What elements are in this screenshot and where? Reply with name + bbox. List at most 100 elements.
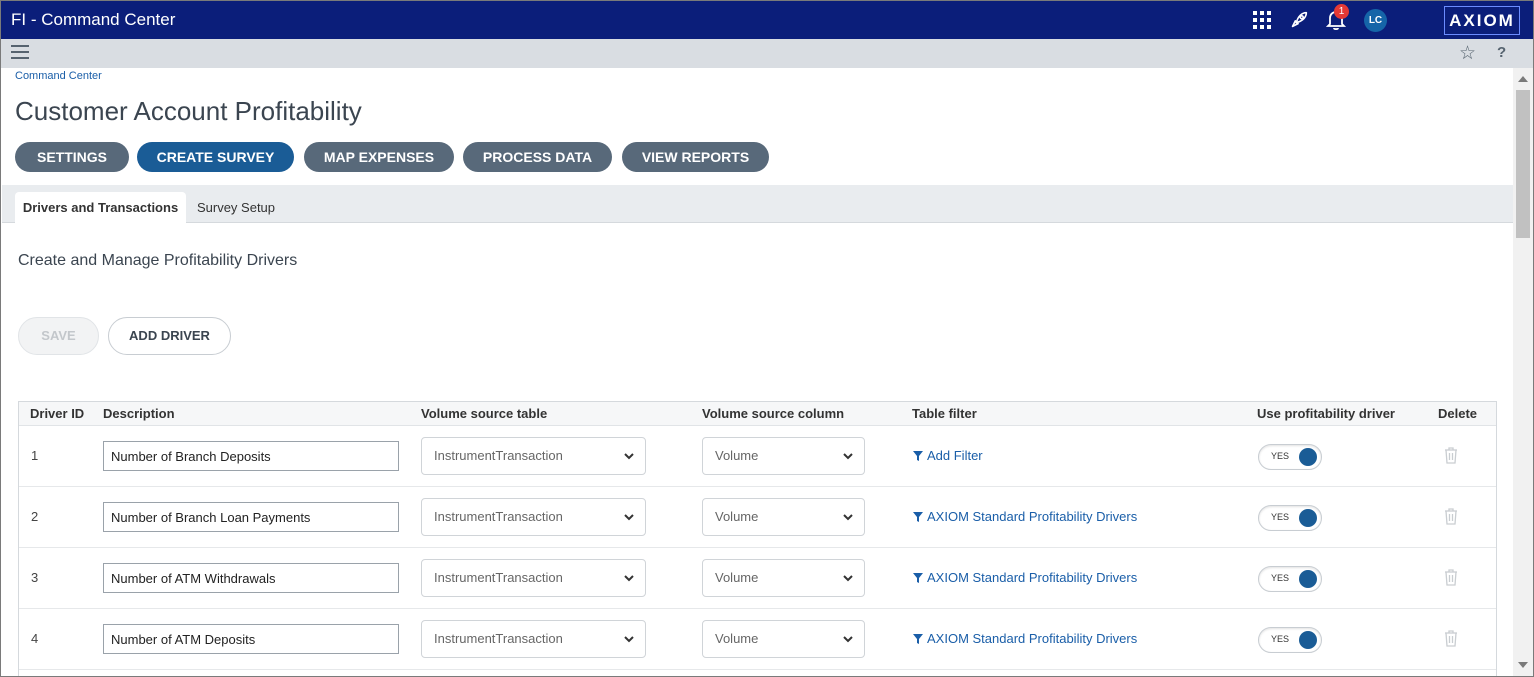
scroll-up-arrow-icon[interactable]	[1518, 76, 1528, 82]
driver-id: 4	[31, 631, 39, 646]
star-icon[interactable]: ☆	[1459, 42, 1476, 65]
tab-survey-setup[interactable]: Survey Setup	[188, 192, 284, 223]
notification-badge: 1	[1334, 4, 1349, 19]
description-input[interactable]	[103, 441, 399, 471]
toggle-label: YES	[1271, 451, 1290, 461]
trash-icon[interactable]	[1443, 629, 1459, 647]
column-header-driver-id[interactable]: Driver ID	[30, 406, 84, 421]
table-filter-link[interactable]: Add Filter	[913, 448, 983, 463]
sub-bar: ☆ ?	[1, 39, 1533, 68]
chevron-down-icon	[624, 636, 634, 643]
column-header-description[interactable]: Description	[103, 406, 175, 421]
toggle-knob	[1299, 448, 1317, 466]
use-driver-toggle[interactable]: YES	[1258, 444, 1322, 470]
chevron-down-icon	[624, 453, 634, 460]
chevron-down-icon	[843, 514, 853, 521]
toggle-knob	[1299, 631, 1317, 649]
driver-id: 1	[31, 448, 39, 463]
app-title: FI - Command Center	[11, 10, 176, 29]
toggle-label: YES	[1271, 573, 1290, 583]
tab-drivers-and-transactions[interactable]: Drivers and Transactions	[15, 192, 186, 223]
column-header-table-filter[interactable]: Table filter	[912, 406, 977, 421]
axiom-logo: AXIOM	[1444, 6, 1520, 35]
use-driver-toggle[interactable]: YES	[1258, 627, 1322, 653]
trash-icon[interactable]	[1443, 446, 1459, 464]
table-filter-link[interactable]: AXIOM Standard Profitability Drivers	[913, 570, 1137, 585]
column-header-volume-source-column[interactable]: Volume source column	[702, 406, 844, 421]
volume-source-table-value: InstrumentTransaction	[434, 448, 563, 463]
trash-icon[interactable]	[1443, 568, 1459, 586]
table-filter-label: Add Filter	[927, 448, 983, 463]
process-data-button[interactable]: PROCESS DATA	[463, 142, 612, 172]
scroll-down-arrow-icon[interactable]	[1518, 662, 1528, 668]
settings-button[interactable]: SETTINGS	[15, 142, 129, 172]
volume-source-column-select[interactable]: Volume	[702, 620, 865, 658]
volume-source-table-select[interactable]: InstrumentTransaction	[421, 498, 646, 536]
volume-source-column-select[interactable]: Volume	[702, 498, 865, 536]
table-filter-label: AXIOM Standard Profitability Drivers	[927, 631, 1138, 646]
description-input[interactable]	[103, 624, 399, 654]
volume-source-table-select[interactable]: InstrumentTransaction	[421, 437, 646, 475]
vertical-scrollbar[interactable]	[1513, 68, 1533, 676]
volume-source-column-select[interactable]: Volume	[702, 437, 865, 475]
volume-source-column-select[interactable]: Volume	[702, 559, 865, 597]
avatar[interactable]: LC	[1364, 9, 1387, 32]
description-input[interactable]	[103, 502, 399, 532]
create-survey-button[interactable]: CREATE SURVEY	[137, 142, 294, 172]
map-expenses-button[interactable]: MAP EXPENSES	[304, 142, 454, 172]
menu-icon[interactable]	[11, 45, 29, 61]
apps-grid-icon[interactable]	[1251, 9, 1273, 31]
add-driver-button[interactable]: ADD DRIVER	[108, 317, 231, 355]
app-window: FI - Command Center 1 LC AXIOM ☆ ? Comma…	[0, 0, 1534, 677]
table-filter-label: AXIOM Standard Profitability Drivers	[927, 509, 1138, 524]
volume-source-table-select[interactable]: InstrumentTransaction	[421, 559, 646, 597]
driver-id: 3	[31, 570, 39, 585]
volume-source-column-value: Volume	[715, 448, 759, 463]
chevron-down-icon	[843, 575, 853, 582]
driver-id: 2	[31, 509, 39, 524]
volume-source-column-value: Volume	[715, 509, 759, 524]
drivers-table: Driver ID Description Volume source tabl…	[18, 401, 1497, 676]
toggle-knob	[1299, 570, 1317, 588]
toggle-label: YES	[1271, 512, 1290, 522]
save-button[interactable]: SAVE	[18, 317, 99, 355]
column-header-volume-source-table[interactable]: Volume source table	[421, 406, 547, 421]
volume-source-table-select[interactable]: InstrumentTransaction	[421, 620, 646, 658]
table-row: 1 InstrumentTransaction Volume Add Filte…	[19, 426, 1496, 487]
table-row: 2 InstrumentTransaction Volume AXIOM Sta…	[19, 487, 1496, 548]
volume-source-table-value: InstrumentTransaction	[434, 570, 563, 585]
table-header: Driver ID Description Volume source tabl…	[19, 402, 1496, 426]
volume-source-column-value: Volume	[715, 570, 759, 585]
filter-icon	[913, 634, 923, 644]
tab-bar: Drivers and Transactions Survey Setup	[2, 185, 1513, 223]
table-row: 4 InstrumentTransaction Volume AXIOM Sta…	[19, 609, 1496, 670]
view-reports-button[interactable]: VIEW REPORTS	[622, 142, 769, 172]
chevron-down-icon	[843, 453, 853, 460]
table-filter-link[interactable]: AXIOM Standard Profitability Drivers	[913, 509, 1137, 524]
chevron-down-icon	[624, 514, 634, 521]
help-icon[interactable]: ?	[1497, 44, 1506, 61]
volume-source-table-value: InstrumentTransaction	[434, 509, 563, 524]
table-filter-label: AXIOM Standard Profitability Drivers	[927, 570, 1138, 585]
use-driver-toggle[interactable]: YES	[1258, 566, 1322, 592]
use-driver-toggle[interactable]: YES	[1258, 505, 1322, 531]
page-title: Customer Account Profitability	[15, 96, 362, 126]
column-header-delete[interactable]: Delete	[1438, 406, 1477, 421]
rocket-icon[interactable]	[1288, 9, 1310, 31]
volume-source-table-value: InstrumentTransaction	[434, 631, 563, 646]
column-header-use-profitability-driver[interactable]: Use profitability driver	[1257, 406, 1395, 421]
volume-source-column-value: Volume	[715, 631, 759, 646]
top-bar: FI - Command Center 1 LC AXIOM	[1, 1, 1533, 39]
filter-icon	[913, 451, 923, 461]
scrollbar-thumb[interactable]	[1516, 90, 1530, 238]
breadcrumb[interactable]: Command Center	[15, 70, 102, 82]
filter-icon	[913, 512, 923, 522]
chevron-down-icon	[624, 575, 634, 582]
chevron-down-icon	[843, 636, 853, 643]
description-input[interactable]	[103, 563, 399, 593]
table-filter-link[interactable]: AXIOM Standard Profitability Drivers	[913, 631, 1137, 646]
trash-icon[interactable]	[1443, 507, 1459, 525]
toggle-label: YES	[1271, 634, 1290, 644]
section-title: Create and Manage Profitability Drivers	[18, 252, 298, 269]
filter-icon	[913, 573, 923, 583]
